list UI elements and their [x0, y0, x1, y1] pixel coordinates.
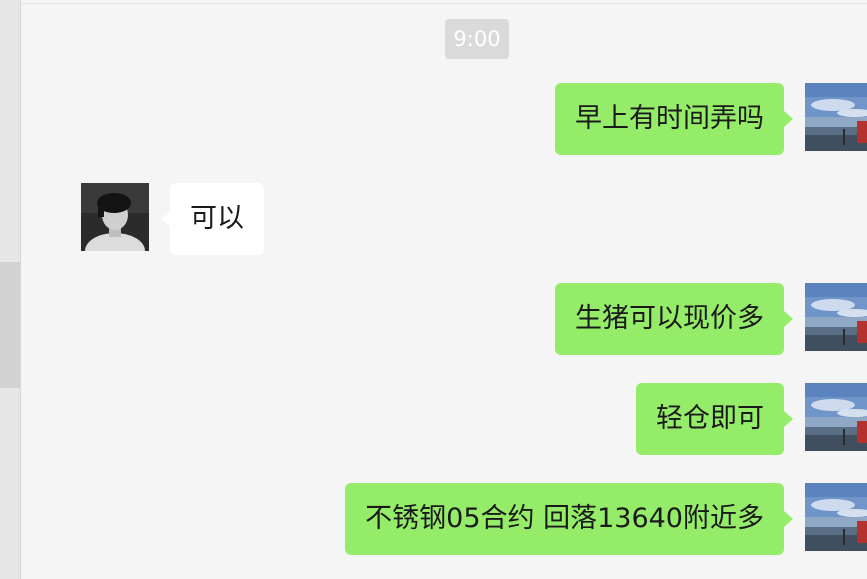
landscape-avatar-image	[805, 383, 867, 451]
scrollbar-thumb[interactable]	[0, 262, 20, 388]
sent-message-bubble[interactable]: 生猪可以现价多	[555, 283, 784, 355]
self-avatar[interactable]	[805, 383, 867, 451]
left-panel-scrollbar[interactable]	[0, 0, 21, 579]
received-message-bubble[interactable]: 可以	[170, 183, 264, 255]
landscape-avatar-image	[805, 483, 867, 551]
sent-message-bubble[interactable]: 轻仓即可	[636, 383, 784, 455]
bubble-tail	[784, 311, 793, 327]
message-timestamp: 9:00	[445, 19, 509, 59]
self-avatar[interactable]	[805, 283, 867, 351]
bubble-tail	[784, 111, 793, 127]
landscape-avatar-image	[805, 283, 867, 351]
self-avatar[interactable]	[805, 483, 867, 551]
contact-avatar[interactable]	[81, 183, 149, 251]
self-avatar[interactable]	[805, 83, 867, 151]
portrait-avatar-image	[81, 183, 149, 251]
landscape-avatar-image	[805, 83, 867, 151]
sent-message-bubble[interactable]: 早上有时间弄吗	[555, 83, 784, 155]
bubble-tail	[784, 511, 793, 527]
bubble-tail	[784, 411, 793, 427]
chat-message-area: 9:00 早上有时间弄吗 可以 生猪可以现价多 轻仓即可 不锈钢05合约 回落1…	[21, 0, 867, 579]
sent-message-bubble[interactable]: 不锈钢05合约 回落13640附近多	[345, 483, 784, 555]
